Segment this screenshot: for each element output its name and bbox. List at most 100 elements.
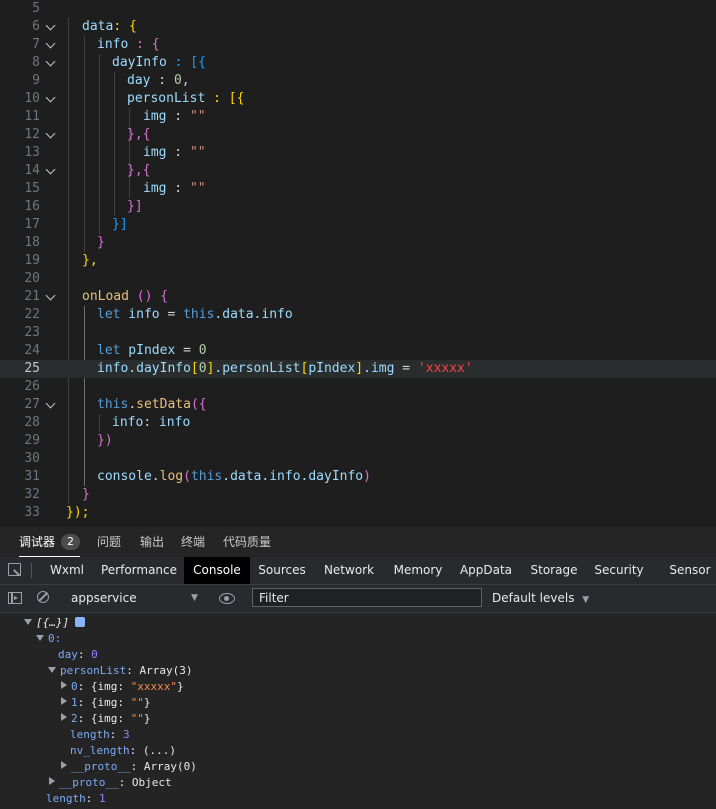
code-line[interactable]: 5 xyxy=(0,0,716,18)
code-editor[interactable]: 5 6 data: { 7 info : { 8 dayInfo : [{ 9 day … xyxy=(0,0,716,527)
fold-chevron-icon[interactable] xyxy=(45,398,56,409)
code-line[interactable]: 27 this.setData({ xyxy=(0,396,716,414)
code-line[interactable]: 31 console.log(this.data.info.dayInfo) xyxy=(0,468,716,486)
log-levels-dropdown[interactable]: Default levels ▼ xyxy=(492,585,589,612)
fold-chevron-icon[interactable] xyxy=(45,128,56,139)
property-nv-length[interactable]: nv_length: (...) xyxy=(70,743,176,759)
live-expression-eye-icon[interactable] xyxy=(219,593,235,604)
console-toolbar: appservice ▼ Default levels ▼ xyxy=(0,585,716,613)
code-line[interactable]: 33}); xyxy=(0,504,716,522)
property-personlist[interactable]: personList: Array(3) xyxy=(48,663,192,679)
code-text: } xyxy=(97,235,105,250)
tab-network[interactable]: Network xyxy=(318,557,380,584)
code-line[interactable]: 8 dayInfo : [{ xyxy=(0,54,716,72)
tab-debugger[interactable]: 调试器 2 xyxy=(19,527,81,557)
line-number: 10 xyxy=(24,91,40,106)
line-number: 12 xyxy=(24,127,40,142)
code-line[interactable]: 13 img : "" xyxy=(0,144,716,162)
property-proto-object[interactable]: __proto__: Object xyxy=(48,775,172,791)
code-line[interactable]: 6 data: { xyxy=(0,18,716,36)
expand-arrow-icon[interactable] xyxy=(36,635,44,641)
code-text: },{ xyxy=(127,127,151,142)
code-line[interactable]: 17}] xyxy=(0,216,716,234)
tree-root[interactable]: [{…}] xyxy=(24,615,86,631)
fold-chevron-icon[interactable] xyxy=(45,56,56,67)
code-line[interactable]: 32} xyxy=(0,486,716,504)
expand-arrow-icon[interactable] xyxy=(61,713,67,721)
fold-chevron-icon[interactable] xyxy=(45,38,56,49)
code-line[interactable]: 30 xyxy=(0,450,716,468)
line-number: 27 xyxy=(24,397,40,412)
tab-performance[interactable]: Performance xyxy=(96,557,182,584)
code-line[interactable]: 29}) xyxy=(0,432,716,450)
fold-chevron-icon[interactable] xyxy=(45,92,56,103)
code-text: info.dayInfo[0].personList[pIndex].img =… xyxy=(97,361,473,376)
line-number: 5 xyxy=(32,1,40,16)
show-sidebar-icon[interactable] xyxy=(8,592,22,604)
code-line[interactable]: 9 day : 0, xyxy=(0,72,716,90)
tab-console[interactable]: Console xyxy=(184,557,250,584)
code-text: }); xyxy=(66,505,90,520)
code-line[interactable]: 28 info: info xyxy=(0,414,716,432)
info-icon[interactable] xyxy=(75,617,86,627)
tab-problems[interactable]: 问题 xyxy=(97,527,121,557)
tab-appdata[interactable]: AppData xyxy=(456,557,516,584)
code-line[interactable]: 19}, xyxy=(0,252,716,270)
expand-arrow-icon[interactable] xyxy=(61,761,67,769)
expand-arrow-icon[interactable] xyxy=(49,777,55,785)
code-line[interactable]: 15 img : "" xyxy=(0,180,716,198)
fold-chevron-icon[interactable] xyxy=(45,20,56,31)
code-line[interactable]: 20 xyxy=(0,270,716,288)
property-root-length: length: 1 xyxy=(46,792,106,805)
code-line[interactable]: 22 let info = this.data.info xyxy=(0,306,716,324)
filter-input[interactable] xyxy=(252,588,482,607)
property-proto-array[interactable]: __proto__: Array(0) xyxy=(60,759,197,775)
code-text: },{ xyxy=(127,163,151,178)
context-selector[interactable]: appservice ▼ xyxy=(65,585,202,612)
tab-sources[interactable]: Sources xyxy=(252,557,312,584)
tab-storage[interactable]: Storage xyxy=(524,557,584,584)
tab-security[interactable]: Security xyxy=(590,557,648,584)
expand-arrow-icon[interactable] xyxy=(24,619,32,625)
code-text: onLoad () { xyxy=(82,289,169,304)
tab-wxml[interactable]: Wxml xyxy=(42,557,92,584)
inspect-element-icon[interactable] xyxy=(8,563,21,576)
code-line[interactable]: 16}] xyxy=(0,198,716,216)
tab-output[interactable]: 输出 xyxy=(140,527,164,557)
code-text: img : "" xyxy=(143,181,206,196)
tree-item-0[interactable]: 0: xyxy=(36,631,61,647)
line-number: 7 xyxy=(32,37,40,52)
line-number: 19 xyxy=(24,253,40,268)
expand-arrow-icon[interactable] xyxy=(61,681,67,689)
line-number: 28 xyxy=(24,415,40,430)
expand-arrow-icon[interactable] xyxy=(61,697,67,705)
code-line[interactable]: 24 let pIndex = 0 xyxy=(0,342,716,360)
code-line[interactable]: 12 },{ xyxy=(0,126,716,144)
tab-terminal[interactable]: 终端 xyxy=(181,527,205,557)
tree-item-label: 0: xyxy=(48,632,62,645)
personlist-item-1[interactable]: 1: {img: ""} xyxy=(60,695,151,711)
code-line[interactable]: 11 img : "" xyxy=(0,108,716,126)
fold-chevron-icon[interactable] xyxy=(45,164,56,175)
tab-memory[interactable]: Memory xyxy=(388,557,448,584)
code-line[interactable]: 10 personList : [{ xyxy=(0,90,716,108)
tab-debugger-label: 调试器 xyxy=(19,535,56,549)
code-line[interactable]: 14},{ xyxy=(0,162,716,180)
line-number: 9 xyxy=(32,73,40,88)
personlist-item-2[interactable]: 2: {img: ""} xyxy=(60,711,151,727)
tab-sensor[interactable]: Sensor xyxy=(664,557,716,584)
expand-arrow-icon[interactable] xyxy=(48,667,56,673)
code-line[interactable]: 21 onLoad () { xyxy=(0,288,716,306)
tab-code-quality[interactable]: 代码质量 xyxy=(223,527,271,557)
personlist-item-0[interactable]: 0: {img: "xxxxx"} xyxy=(60,679,184,695)
line-number: 21 xyxy=(24,289,40,304)
code-line[interactable]: 7 info : { xyxy=(0,36,716,54)
code-line[interactable]: 26 xyxy=(0,378,716,396)
code-line-current[interactable]: 25 info.dayInfo[0].personList[pIndex].img… xyxy=(0,360,716,378)
line-number: 23 xyxy=(24,325,40,340)
code-line[interactable]: 23 xyxy=(0,324,716,342)
clear-console-icon[interactable] xyxy=(37,591,49,603)
fold-chevron-icon[interactable] xyxy=(45,290,56,301)
code-line[interactable]: 18} xyxy=(0,234,716,252)
code-text: }] xyxy=(127,199,143,214)
